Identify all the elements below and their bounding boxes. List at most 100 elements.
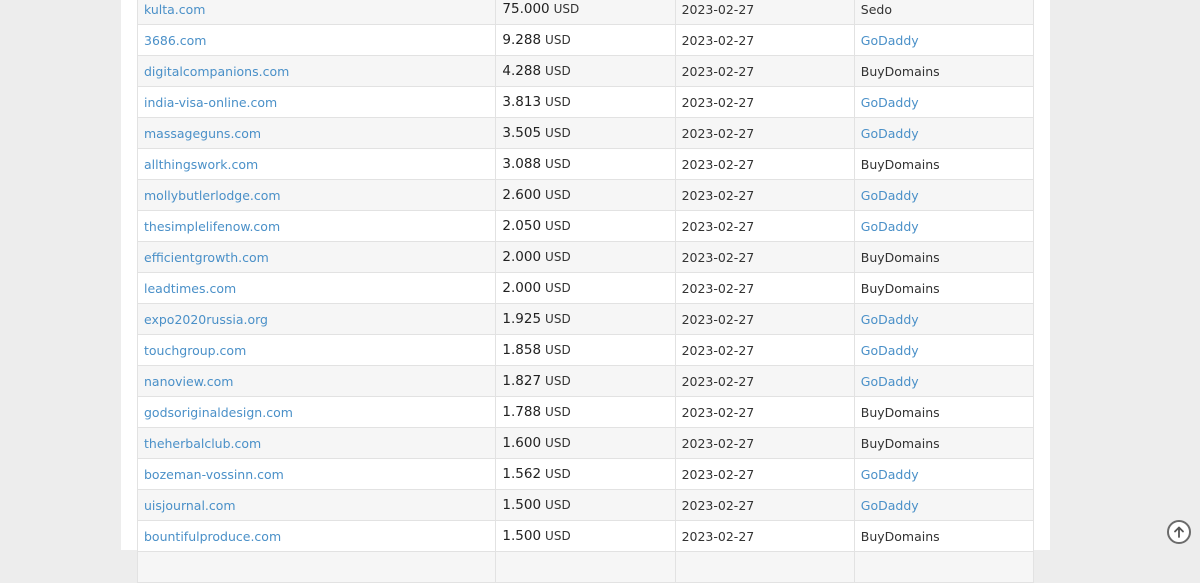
venue-link[interactable]: GoDaddy [861,374,919,389]
date-cell: 2023-02-27 [674,334,855,366]
price-cell: 4.288 USD [495,55,676,87]
domain-link[interactable]: bountifulproduce.com [144,529,281,544]
domain-link[interactable]: bozeman-vossinn.com [144,467,284,482]
venue-link[interactable]: GoDaddy [861,343,919,358]
domain-cell: thesimplelifenow.com [136,210,497,242]
price-currency: USD [545,436,571,450]
price-currency: USD [545,33,571,47]
venue-label: BuyDomains [860,63,940,79]
domain-cell: 3686.com [136,24,497,56]
date-cell: 2023-02-27 [674,303,855,335]
domain-cell: allthingswork.com [136,148,497,180]
price-cell: 1.562 USD [495,458,676,490]
domain-cell: bozeman-vossinn.com [136,458,497,490]
content-panel: kulta.com 75.000 USD 2023-02-27 Sedo 3686… [121,0,1050,583]
domain-link[interactable]: kulta.com [144,2,205,17]
price-amount: 1.562 [502,466,542,482]
price-currency: USD [553,2,580,16]
date-cell: 2023-02-27 [674,365,855,397]
price-amount: 3.813 [502,94,542,110]
domain-link[interactable]: 3686.com [144,33,206,48]
price-currency: USD [545,374,571,388]
venue-cell: BuyDomains [853,148,1035,180]
venue-link[interactable]: GoDaddy [861,126,919,141]
venue-cell: BuyDomains [853,55,1035,87]
date-cell: 2023-02-27 [674,396,855,428]
venue-label: BuyDomains [860,528,940,544]
price-amount: 1.500 [502,528,542,544]
venue-link[interactable]: GoDaddy [861,312,919,327]
venue-cell: GoDaddy [853,210,1035,242]
venue-link[interactable]: GoDaddy [861,219,919,234]
domain-link[interactable]: massageguns.com [144,126,261,141]
price-amount: 2.600 [502,187,542,203]
venue-cell: BuyDomains [853,241,1035,273]
venue-link[interactable]: GoDaddy [861,498,919,513]
price-currency: USD [545,157,571,171]
domain-link[interactable]: godsoriginaldesign.com [144,405,293,420]
table-row: nanoview.com 1.827 USD 2023-02-27 GoDaddy [136,365,1035,397]
domain-cell: godsoriginaldesign.com [136,396,497,428]
price-amount: 1.788 [502,404,542,420]
price-currency: USD [545,188,571,202]
venue-link[interactable]: GoDaddy [861,188,919,203]
domain-cell: kulta.com [136,0,497,25]
date-cell: 2023-02-27 [674,55,855,87]
price-amount: 1.827 [502,373,542,389]
venue-cell: GoDaddy [853,86,1035,118]
domain-link[interactable]: allthingswork.com [144,157,258,172]
price-cell: 2.000 USD [495,272,676,304]
table-row: thesimplelifenow.com 2.050 USD 2023-02-27… [136,210,1035,242]
domain-link[interactable]: expo2020russia.org [144,312,268,327]
price-currency: USD [545,529,571,543]
table-row [136,551,1035,583]
venue-link[interactable]: GoDaddy [861,467,919,482]
domain-cell [136,551,497,583]
domain-cell: leadtimes.com [136,272,497,304]
domain-link[interactable]: digitalcompanions.com [144,64,289,79]
domain-link[interactable]: uisjournal.com [144,498,236,513]
price-amount: 2.050 [502,218,542,234]
scroll-to-top-button[interactable] [1167,520,1191,544]
venue-label: Sedo [860,1,892,17]
table-row: efficientgrowth.com 2.000 USD 2023-02-27 … [136,241,1035,273]
price-currency: USD [545,405,571,419]
domain-link[interactable]: mollybutlerlodge.com [144,188,281,203]
date-cell: 2023-02-27 [674,179,855,211]
date-cell: 2023-02-27 [674,489,855,521]
domain-sales-table: kulta.com 75.000 USD 2023-02-27 Sedo 3686… [136,0,1035,583]
venue-label: BuyDomains [860,404,940,420]
domain-link[interactable]: efficientgrowth.com [144,250,269,265]
table-row: mollybutlerlodge.com 2.600 USD 2023-02-27… [136,179,1035,211]
price-cell: 2.050 USD [495,210,676,242]
domain-link[interactable]: india-visa-online.com [144,95,277,110]
date-cell [674,551,855,583]
venue-label: BuyDomains [860,249,940,265]
date-cell: 2023-02-27 [674,520,855,552]
domain-cell: india-visa-online.com [136,86,497,118]
domain-link[interactable]: leadtimes.com [144,281,236,296]
domain-link[interactable]: touchgroup.com [144,343,246,358]
venue-link[interactable]: GoDaddy [861,95,919,110]
table-row: bountifulproduce.com 1.500 USD 2023-02-27… [136,520,1035,552]
price-currency: USD [545,467,571,481]
price-amount: 1.858 [502,342,542,358]
domain-link[interactable]: nanoview.com [144,374,233,389]
price-currency: USD [545,498,571,512]
domain-cell: nanoview.com [136,365,497,397]
price-cell: 3.813 USD [495,86,676,118]
date-cell: 2023-02-27 [674,0,855,25]
price-amount: 1.500 [502,497,542,513]
date-cell: 2023-02-27 [674,24,855,56]
venue-cell: GoDaddy [853,24,1035,56]
venue-link[interactable]: GoDaddy [861,33,919,48]
price-cell [495,551,676,583]
price-amount: 1.925 [502,311,542,327]
venue-cell: GoDaddy [853,117,1035,149]
domain-link[interactable]: thesimplelifenow.com [144,219,280,234]
price-cell: 2.600 USD [495,179,676,211]
domain-link[interactable]: theherbalclub.com [144,436,261,451]
table-row: bozeman-vossinn.com 1.562 USD 2023-02-27 … [136,458,1035,490]
table-row: godsoriginaldesign.com 1.788 USD 2023-02-… [136,396,1035,428]
date-cell: 2023-02-27 [674,458,855,490]
